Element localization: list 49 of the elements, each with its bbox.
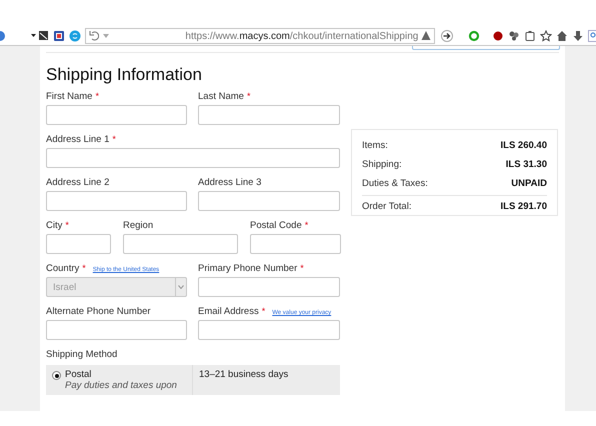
required-mark: *	[82, 263, 86, 273]
section-label: Shipping Method	[46, 349, 118, 360]
field-label: Primary Phone Number	[198, 263, 298, 274]
required-mark: *	[65, 220, 69, 230]
required-mark: *	[112, 134, 116, 144]
shipping-option[interactable]: Postal Pay duties and taxes upon 13–21 business days	[46, 365, 340, 395]
summary-label: Items:	[362, 140, 388, 151]
option-note: Pay duties and taxes upon	[65, 380, 178, 391]
required-mark: *	[95, 91, 99, 101]
ring-icon[interactable]	[468, 30, 480, 42]
delivery-time: 13–21 business days	[198, 368, 290, 382]
summary-value: ILS 31.30	[506, 159, 547, 170]
field-label: Email Address	[198, 306, 259, 317]
address-bar[interactable]: https://www.macys.com/chkout/internationalShipping	[85, 28, 436, 44]
total-label: Order Total:	[362, 201, 412, 212]
required-mark: *	[246, 91, 250, 101]
toolbar-icon[interactable]	[53, 30, 66, 42]
field-label: Region	[123, 220, 154, 231]
field-label: City	[46, 220, 62, 231]
download-icon[interactable]	[572, 30, 584, 42]
home-icon[interactable]	[556, 30, 568, 42]
field-label: Postal Code	[250, 220, 302, 231]
radio-button[interactable]	[52, 371, 61, 380]
chevron-icon	[178, 285, 184, 289]
field-label: Alternate Phone Number	[46, 306, 151, 317]
required-mark: *	[304, 220, 308, 230]
field-label: Country	[46, 263, 80, 274]
field-label: Last Name	[198, 91, 244, 102]
summary-label: Duties & Taxes:	[362, 178, 428, 189]
clipboard-icon[interactable]	[524, 30, 536, 42]
required-mark: *	[300, 263, 304, 273]
summary-value: ILS 260.40	[500, 140, 547, 151]
field-label: Address Line 3	[198, 177, 262, 188]
star-icon[interactable]	[540, 30, 552, 42]
undo-icon[interactable]	[89, 30, 100, 42]
option-name: Postal	[65, 369, 92, 380]
total-value: ILS 291.70	[500, 201, 547, 212]
field-label: Address Line 1	[46, 134, 110, 145]
required-mark: *	[262, 306, 266, 316]
field-label: Address Line 2	[46, 177, 110, 188]
globe-icon[interactable]	[0, 30, 6, 42]
page-title: Shipping Information	[46, 65, 203, 85]
url-text: https://www.macys.com/chkout/internationalShipping	[185, 30, 418, 42]
toolbar-icon[interactable]	[31, 30, 50, 42]
record-icon[interactable]	[492, 30, 504, 42]
summary-value: UNPAID	[511, 178, 547, 189]
field-label: First Name	[46, 91, 92, 102]
warning-icon[interactable]	[421, 30, 432, 42]
summary-label: Shipping:	[362, 159, 402, 170]
